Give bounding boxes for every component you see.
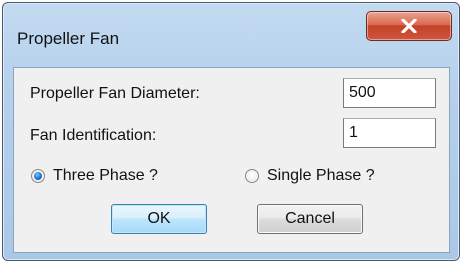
close-icon (401, 19, 417, 33)
dialog-content: Propeller Fan Diameter: Fan Identificati… (13, 67, 450, 253)
diameter-input[interactable] (343, 78, 436, 108)
radio-checked-icon (31, 169, 45, 183)
identification-input[interactable] (343, 118, 436, 148)
ok-button[interactable]: OK (111, 204, 207, 234)
dialog-window: Propeller Fan Propeller Fan Diameter: Fa… (2, 2, 460, 261)
cancel-button[interactable]: Cancel (257, 204, 363, 234)
three-phase-radio[interactable]: Three Phase ? (31, 166, 158, 186)
single-phase-label: Single Phase ? (267, 167, 375, 184)
identification-label: Fan Identification: (30, 127, 157, 144)
radio-unchecked-icon (245, 169, 259, 183)
single-phase-radio[interactable]: Single Phase ? (245, 166, 375, 186)
three-phase-label: Three Phase ? (53, 167, 158, 184)
close-button[interactable] (366, 11, 452, 41)
window-title: Propeller Fan (17, 29, 120, 48)
diameter-label: Propeller Fan Diameter: (30, 85, 200, 102)
